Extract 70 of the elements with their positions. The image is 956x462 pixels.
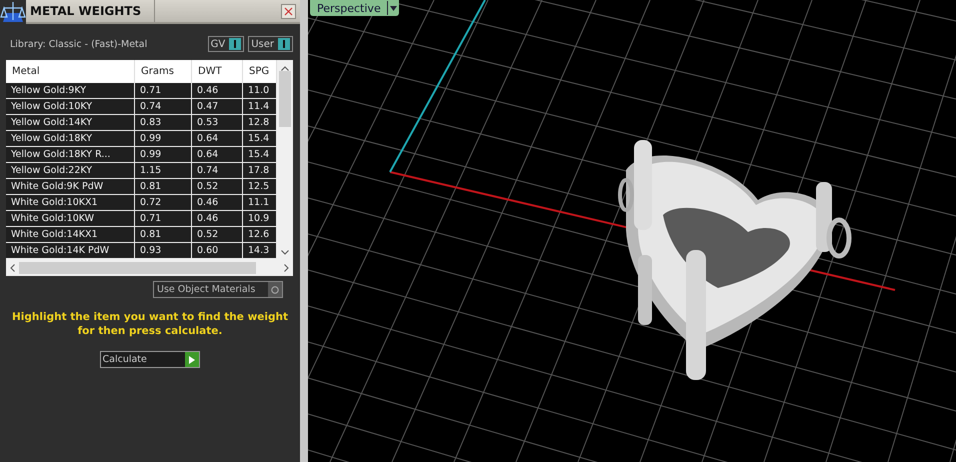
table-cell[interactable]: 15.4: [243, 147, 277, 163]
table-cell[interactable]: 17.8: [243, 163, 277, 179]
close-icon: [284, 6, 293, 16]
library-label: Library: Classic - (Fast)-Metal: [10, 38, 148, 50]
table-cell[interactable]: White Gold:14KX1: [6, 227, 135, 243]
table-cell[interactable]: 0.71: [135, 211, 192, 227]
toggle-switch[interactable]: User: [248, 36, 293, 52]
table-cell[interactable]: 12.8: [243, 115, 277, 131]
scrollbar-thumb[interactable]: [279, 71, 291, 127]
toggle-knob[interactable]: [278, 38, 290, 50]
table-cell[interactable]: 12.6: [243, 227, 277, 243]
calculate-button[interactable]: Calculate: [100, 351, 200, 368]
table-cell[interactable]: 0.99: [135, 147, 192, 163]
scroll-up-icon[interactable]: [281, 66, 289, 71]
table-cell[interactable]: 0.53: [192, 115, 243, 131]
scroll-down-icon[interactable]: [281, 250, 289, 255]
table-cell[interactable]: 0.46: [192, 211, 243, 227]
table-cell[interactable]: 11.4: [243, 99, 277, 115]
table-cell[interactable]: 15.4: [243, 131, 277, 147]
table-cell[interactable]: White Gold:10KX1: [6, 195, 135, 211]
toggle-knob[interactable]: [268, 282, 282, 297]
table-cell[interactable]: 0.71: [135, 83, 192, 99]
table-cell[interactable]: 0.64: [192, 147, 243, 163]
table-cell[interactable]: 0.47: [192, 99, 243, 115]
toggle-knob[interactable]: [229, 38, 242, 50]
table-cell[interactable]: 0.46: [192, 83, 243, 99]
table-cell[interactable]: 0.93: [135, 243, 192, 259]
table-cell[interactable]: Yellow Gold:22KY: [6, 163, 135, 179]
table-cell[interactable]: 11.0: [243, 83, 277, 99]
column-header[interactable]: Grams: [135, 60, 192, 83]
scroll-right-icon[interactable]: [284, 264, 289, 272]
table-cell[interactable]: 0.52: [192, 179, 243, 195]
table-cell[interactable]: 0.52: [192, 227, 243, 243]
table-cell[interactable]: 0.72: [135, 195, 192, 211]
table-cell[interactable]: White Gold:10KW: [6, 211, 135, 227]
table-cell[interactable]: 0.83: [135, 115, 192, 131]
table-cell[interactable]: Yellow Gold:9KY: [6, 83, 135, 99]
table-cell[interactable]: White Gold:14K PdW: [6, 243, 135, 259]
table-cell[interactable]: 0.46: [192, 195, 243, 211]
table-cell[interactable]: 0.60: [192, 243, 243, 259]
table-cell[interactable]: Yellow Gold:10KY: [6, 99, 135, 115]
caret-icon[interactable]: [386, 1, 399, 15]
table-cell[interactable]: Yellow Gold:18KY R...: [6, 147, 135, 163]
table-cell[interactable]: 10.9: [243, 211, 277, 227]
scroll-left-icon[interactable]: [10, 264, 15, 272]
scrollbar-thumb[interactable]: [19, 262, 256, 274]
column-header[interactable]: DWT: [192, 60, 243, 83]
table-cell[interactable]: 0.74: [192, 163, 243, 179]
table-cell[interactable]: Yellow Gold:14KY: [6, 115, 135, 131]
instruction-text: Highlight the item you want to find the weight for then press calculate.: [11, 310, 289, 338]
table-cell[interactable]: 0.81: [135, 227, 192, 243]
toggle-switch[interactable]: GV: [208, 36, 244, 52]
column-header[interactable]: SPG: [243, 60, 277, 83]
panel-title: METAL WEIGHTS: [26, 0, 155, 22]
view-menu[interactable]: Perspective: [310, 0, 399, 16]
use-object-materials-toggle[interactable]: Use Object Materials: [153, 281, 283, 298]
play-icon: [184, 352, 198, 367]
column-header[interactable]: Metal: [6, 60, 135, 83]
table-cell[interactable]: 0.99: [135, 131, 192, 147]
scale-icon: [0, 0, 26, 24]
table-cell[interactable]: 0.74: [135, 99, 192, 115]
table-cell[interactable]: 0.64: [192, 131, 243, 147]
table-cell[interactable]: 14.3: [243, 243, 277, 259]
table-cell[interactable]: 0.81: [135, 179, 192, 195]
table-cell[interactable]: 1.15: [135, 163, 192, 179]
table-cell[interactable]: Yellow Gold:18KY: [6, 131, 135, 147]
table-cell[interactable]: 12.5: [243, 179, 277, 195]
table-cell[interactable]: 11.1: [243, 195, 277, 211]
close-button[interactable]: [281, 4, 296, 18]
table-cell[interactable]: White Gold:9K PdW: [6, 179, 135, 195]
